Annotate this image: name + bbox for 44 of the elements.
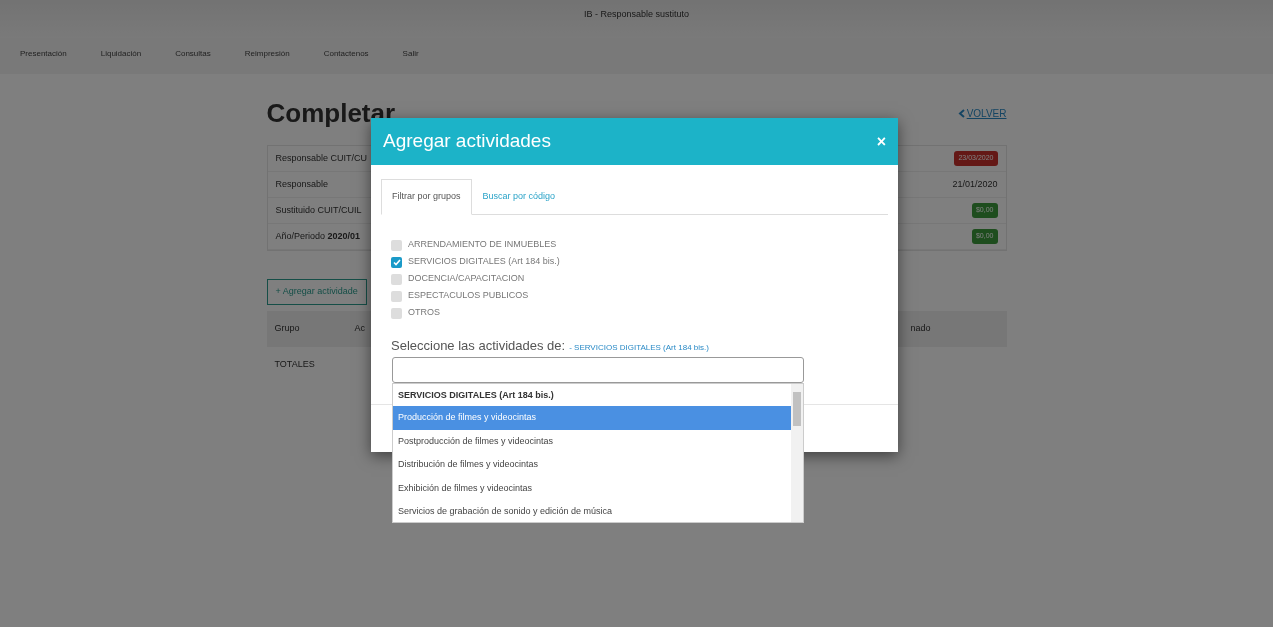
checkbox-label: OTROS (408, 306, 440, 320)
dropdown-option[interactable]: Servicios de grabación de sonido y edición de música (393, 500, 791, 524)
page-heading: Completar (266, 97, 396, 130)
column-header: Grupo (274, 321, 301, 335)
detail-label: Sustituido CUIT/CUIL (275, 203, 362, 217)
scrollbar[interactable] (791, 384, 803, 522)
checkbox[interactable] (391, 290, 402, 302)
detail-label: Responsable (275, 177, 329, 191)
checkbox-label: DOCENCIA/CAPACITACION (408, 272, 525, 286)
dropdown-option[interactable]: Postproducción de filmes y videocintas (393, 429, 791, 453)
checkbox-label: ESPECTACULOS PUBLICOS (408, 289, 529, 303)
detail-label: Responsable CUIT/CU (275, 151, 368, 165)
checkbox[interactable] (391, 307, 402, 319)
column-header: Ac (354, 321, 366, 335)
add-activity-button[interactable]: + Agregar actividade (266, 279, 367, 305)
checkbox[interactable] (391, 239, 402, 251)
column-header: nado (910, 321, 931, 335)
field-label: Seleccione las actividades de: (391, 336, 566, 355)
menu-item[interactable]: Salir (402, 48, 419, 64)
menu-item[interactable]: Presentación (20, 48, 67, 64)
dropdown-option[interactable]: Exhibición de filmes y videocintas (393, 476, 791, 500)
dropdown-option[interactable]: Distribución de filmes y videocintas (393, 453, 791, 477)
menu-item[interactable]: Contactenos (323, 48, 369, 64)
option-group-header: SERVICIOS DIGITALES (Art 184 bis.) (397, 389, 555, 402)
checkbox-label: SERVICIOS DIGITALES (Art 184 bis.) (408, 255, 560, 269)
menu-item[interactable]: Consultas (175, 48, 211, 64)
checkbox[interactable] (391, 273, 402, 285)
close-button[interactable]: × (876, 133, 886, 150)
checkbox[interactable] (391, 256, 402, 268)
activity-search-field[interactable] (392, 357, 804, 383)
back-link[interactable]: VOLVER (957, 106, 1007, 121)
detail-label: Año/Periodo 2020/01 (275, 229, 361, 243)
dropdown-option[interactable]: Producción de filmes y videocintas (393, 406, 791, 430)
window-title: IB - Responsable sustituto (583, 9, 690, 19)
chevron-left-icon (957, 109, 965, 118)
menu-item[interactable]: Liquidación (100, 48, 142, 64)
selected-group-text: - SERVICIOS DIGITALES (Art 184 bis.) (569, 341, 709, 354)
modal-title: Agregar actividades (383, 129, 551, 154)
table-cell-text: TOTALES (274, 357, 315, 371)
detail-value: 21/01/2020 (952, 177, 998, 191)
tab[interactable]: Filtrar por grupos (381, 179, 472, 215)
tab[interactable]: Buscar por código (471, 179, 567, 215)
checkbox-label: ARRENDAMIENTO DE INMUEBLES (408, 238, 557, 252)
menu-item[interactable]: Reimpresión (244, 48, 290, 64)
